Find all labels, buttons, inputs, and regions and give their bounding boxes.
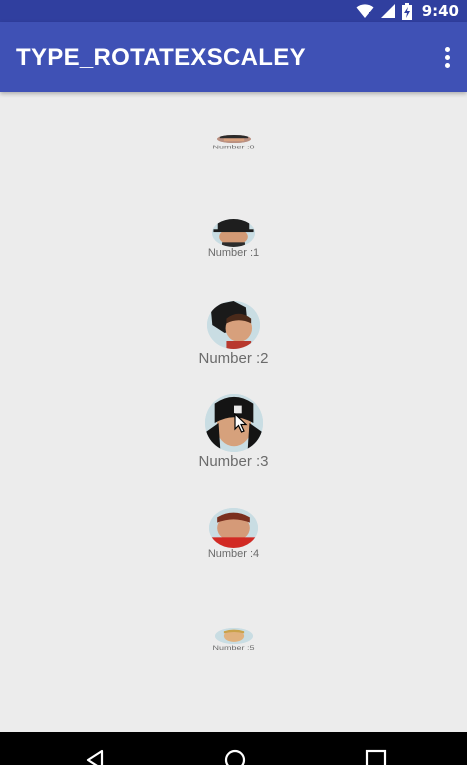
list-item[interactable]: Number :2	[0, 301, 467, 369]
list-item[interactable]: Number :4	[0, 508, 467, 561]
avatar	[207, 301, 260, 349]
list-item-label: Number :0	[212, 144, 255, 150]
avatar	[212, 219, 255, 247]
back-icon	[86, 749, 104, 765]
home-button[interactable]	[223, 748, 247, 765]
overflow-menu-icon-dot	[444, 62, 450, 68]
back-button[interactable]	[84, 748, 108, 765]
overflow-menu-icon-dot	[444, 54, 450, 60]
list-item-label: Number :3	[198, 453, 269, 470]
status-icons: 9:40	[356, 0, 459, 22]
list-item[interactable]: Number :0	[0, 135, 467, 151]
transform-list: Number :0 Number :1 Number:2 Number:3 …	[0, 92, 467, 732]
list-item[interactable]: Number :3	[0, 394, 467, 472]
list-item-label: Number :4	[207, 548, 260, 560]
recents-icon	[365, 749, 387, 765]
wifi-icon	[356, 3, 374, 19]
screen: 9:40 TYPE_ROTATEXSCALEY Number :0 Number…	[0, 0, 467, 765]
app-title: TYPE_ROTATEXSCALEY	[16, 44, 306, 71]
status-time: 9:40	[421, 2, 459, 20]
battery-charging-icon	[401, 2, 412, 20]
overflow-menu-button[interactable]	[437, 44, 457, 70]
home-icon	[224, 749, 246, 765]
app-bar: TYPE_ROTATEXSCALEY	[0, 22, 467, 92]
status-bar: 9:40	[0, 0, 467, 22]
recents-button[interactable]	[364, 748, 388, 765]
avatar	[204, 394, 263, 452]
avatar	[216, 135, 251, 143]
list-item-label: Number :5	[212, 644, 255, 652]
list-item-label: Number :2	[198, 350, 269, 367]
list-item[interactable]: Number :1	[0, 219, 467, 260]
avatar	[209, 508, 258, 548]
navigation-bar	[0, 732, 467, 765]
overflow-menu-icon-dot	[444, 46, 450, 52]
list-item-label: Number :1	[207, 247, 260, 259]
avatar	[214, 628, 253, 644]
list-item[interactable]: Number :5	[0, 628, 467, 653]
signal-icon	[380, 3, 396, 19]
